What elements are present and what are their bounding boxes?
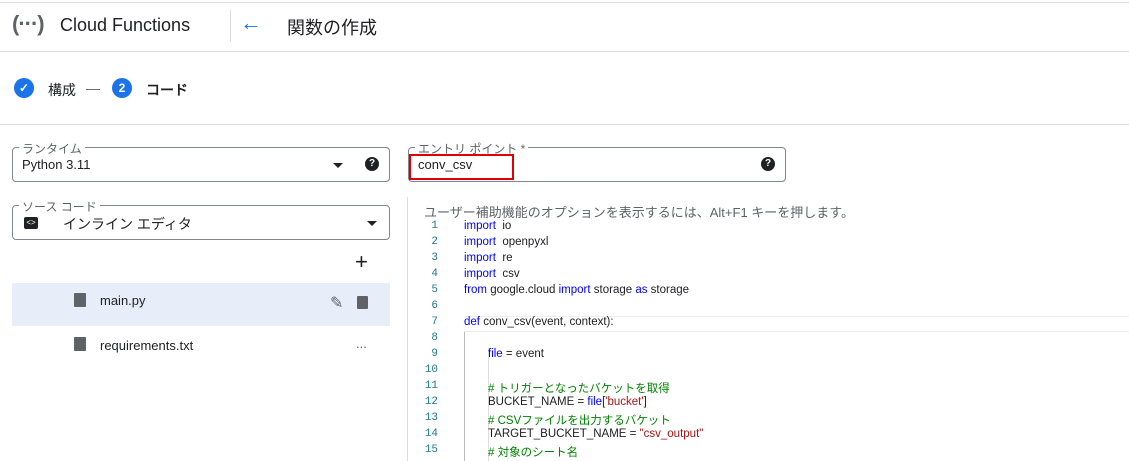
code-token: from — [464, 284, 487, 296]
code-token: # 対象のシート名 — [488, 447, 579, 459]
code-line: def conv_csv(event, context): — [464, 316, 614, 328]
code-token: openpyxl — [495, 236, 549, 248]
code-token: # CSVファイルを出力するバケット — [488, 415, 671, 427]
help-icon[interactable]: ? — [365, 157, 379, 171]
line-number: 15 — [424, 444, 438, 456]
line-number: 5 — [431, 284, 438, 296]
line-number: 2 — [431, 236, 438, 248]
code-line: import io — [464, 220, 511, 232]
product-name[interactable]: Cloud Functions — [60, 15, 190, 36]
code-token: csv — [495, 268, 520, 280]
code-token: "csv_output" — [639, 428, 704, 440]
step-config[interactable]: 構成 — [48, 80, 76, 100]
step-separator: — — [86, 80, 100, 96]
check-icon: ✓ — [14, 78, 34, 98]
dropdown-caret-icon — [333, 163, 343, 168]
edit-icon[interactable]: ✎ — [330, 293, 343, 313]
code-token: 'bucket' — [605, 396, 644, 408]
code-token: google.cloud — [487, 284, 559, 296]
source-value: インライン エディタ — [63, 216, 192, 232]
more-options-button[interactable]: ... — [356, 336, 367, 351]
divider — [0, 124, 1129, 125]
code-token: # トリガーとなったバケットを取得 — [488, 383, 670, 395]
code-token: as — [635, 284, 648, 296]
delete-icon[interactable] — [357, 296, 368, 309]
line-number: 13 — [424, 412, 438, 424]
help-icon[interactable]: ? — [761, 157, 775, 171]
code-line: TARGET_BUCKET_NAME = "csv_output" — [488, 428, 703, 440]
step-number: 2 — [112, 78, 132, 98]
code-icon: <> — [24, 217, 38, 229]
arrow-left-icon[interactable]: ← — [240, 10, 262, 36]
dropdown-caret-icon — [367, 221, 377, 226]
step-code[interactable]: コード — [146, 80, 188, 100]
code-token: import — [558, 284, 591, 296]
runtime-select[interactable]: ランタイム Python 3.11 ? — [12, 140, 390, 182]
source-label: ソース コード — [19, 198, 100, 215]
code-token: = event — [502, 348, 544, 360]
file-item-main[interactable]: main.py ✎ — [12, 283, 390, 326]
indent-guide — [464, 332, 465, 461]
code-editor[interactable]: ユーザー補助機能のオプションを表示するには、Alt+F1 キーを押します。 1 i… — [407, 197, 1129, 461]
code-line: # トリガーとなったバケットを取得 — [488, 380, 670, 396]
runtime-value: Python 3.11 — [22, 157, 91, 172]
code-line: import re — [464, 252, 513, 264]
file-name: requirements.txt — [100, 338, 194, 353]
code-token: conv_csv(event, context): — [480, 316, 614, 328]
cloud-functions-logo: (···) — [12, 11, 45, 36]
code-token: import — [464, 220, 496, 232]
code-token: re — [495, 252, 513, 264]
code-line: import csv — [464, 268, 520, 280]
file-icon — [74, 337, 86, 351]
code-line: # 対象のシート名 — [488, 444, 578, 460]
line-number: 11 — [424, 380, 438, 392]
line-number: 9 — [431, 348, 438, 360]
line-number: 14 — [424, 428, 438, 440]
accessibility-hint: ユーザー補助機能のオプションを表示するには、Alt+F1 キーを押します。 — [424, 205, 854, 220]
code-line: import openpyxl — [464, 236, 548, 248]
page-title: 関数の作成 — [287, 18, 377, 38]
line-number: 7 — [431, 316, 438, 328]
code-token: import — [464, 252, 496, 264]
line-number: 4 — [431, 268, 438, 280]
file-icon — [74, 293, 86, 307]
code-token: ] — [643, 396, 647, 408]
add-file-button[interactable]: + — [355, 249, 368, 275]
code-token: import — [464, 268, 496, 280]
file-item-requirements[interactable]: requirements.txt ... — [12, 326, 390, 369]
line-number: 3 — [431, 252, 438, 264]
code-token: storage — [647, 284, 690, 296]
line-number: 8 — [431, 332, 438, 344]
line-number: 12 — [424, 396, 438, 408]
code-token: file — [488, 348, 503, 360]
line-number: 6 — [431, 300, 438, 312]
code-token: file — [587, 396, 603, 408]
file-name: main.py — [100, 293, 146, 308]
code-token: io — [495, 220, 512, 232]
highlight-box — [409, 154, 514, 180]
code-line: # CSVファイルを出力するバケット — [488, 412, 671, 428]
runtime-label: ランタイム — [19, 140, 85, 157]
source-code-select[interactable]: ソース コード <> インライン エディタ — [12, 198, 390, 240]
code-token: import — [464, 236, 496, 248]
code-token: def — [464, 316, 480, 328]
code-token: TARGET_BUCKET_NAME = — [488, 428, 640, 440]
divider — [230, 10, 231, 42]
line-number: 10 — [424, 364, 438, 376]
code-line: from google.cloud import storage as stor… — [464, 284, 689, 296]
line-number: 1 — [431, 220, 438, 232]
code-line: BUCKET_NAME = file['bucket'] — [488, 396, 647, 408]
code-line: file = event — [488, 348, 544, 360]
code-token: BUCKET_NAME = — [488, 396, 588, 408]
code-token: storage — [590, 284, 636, 296]
